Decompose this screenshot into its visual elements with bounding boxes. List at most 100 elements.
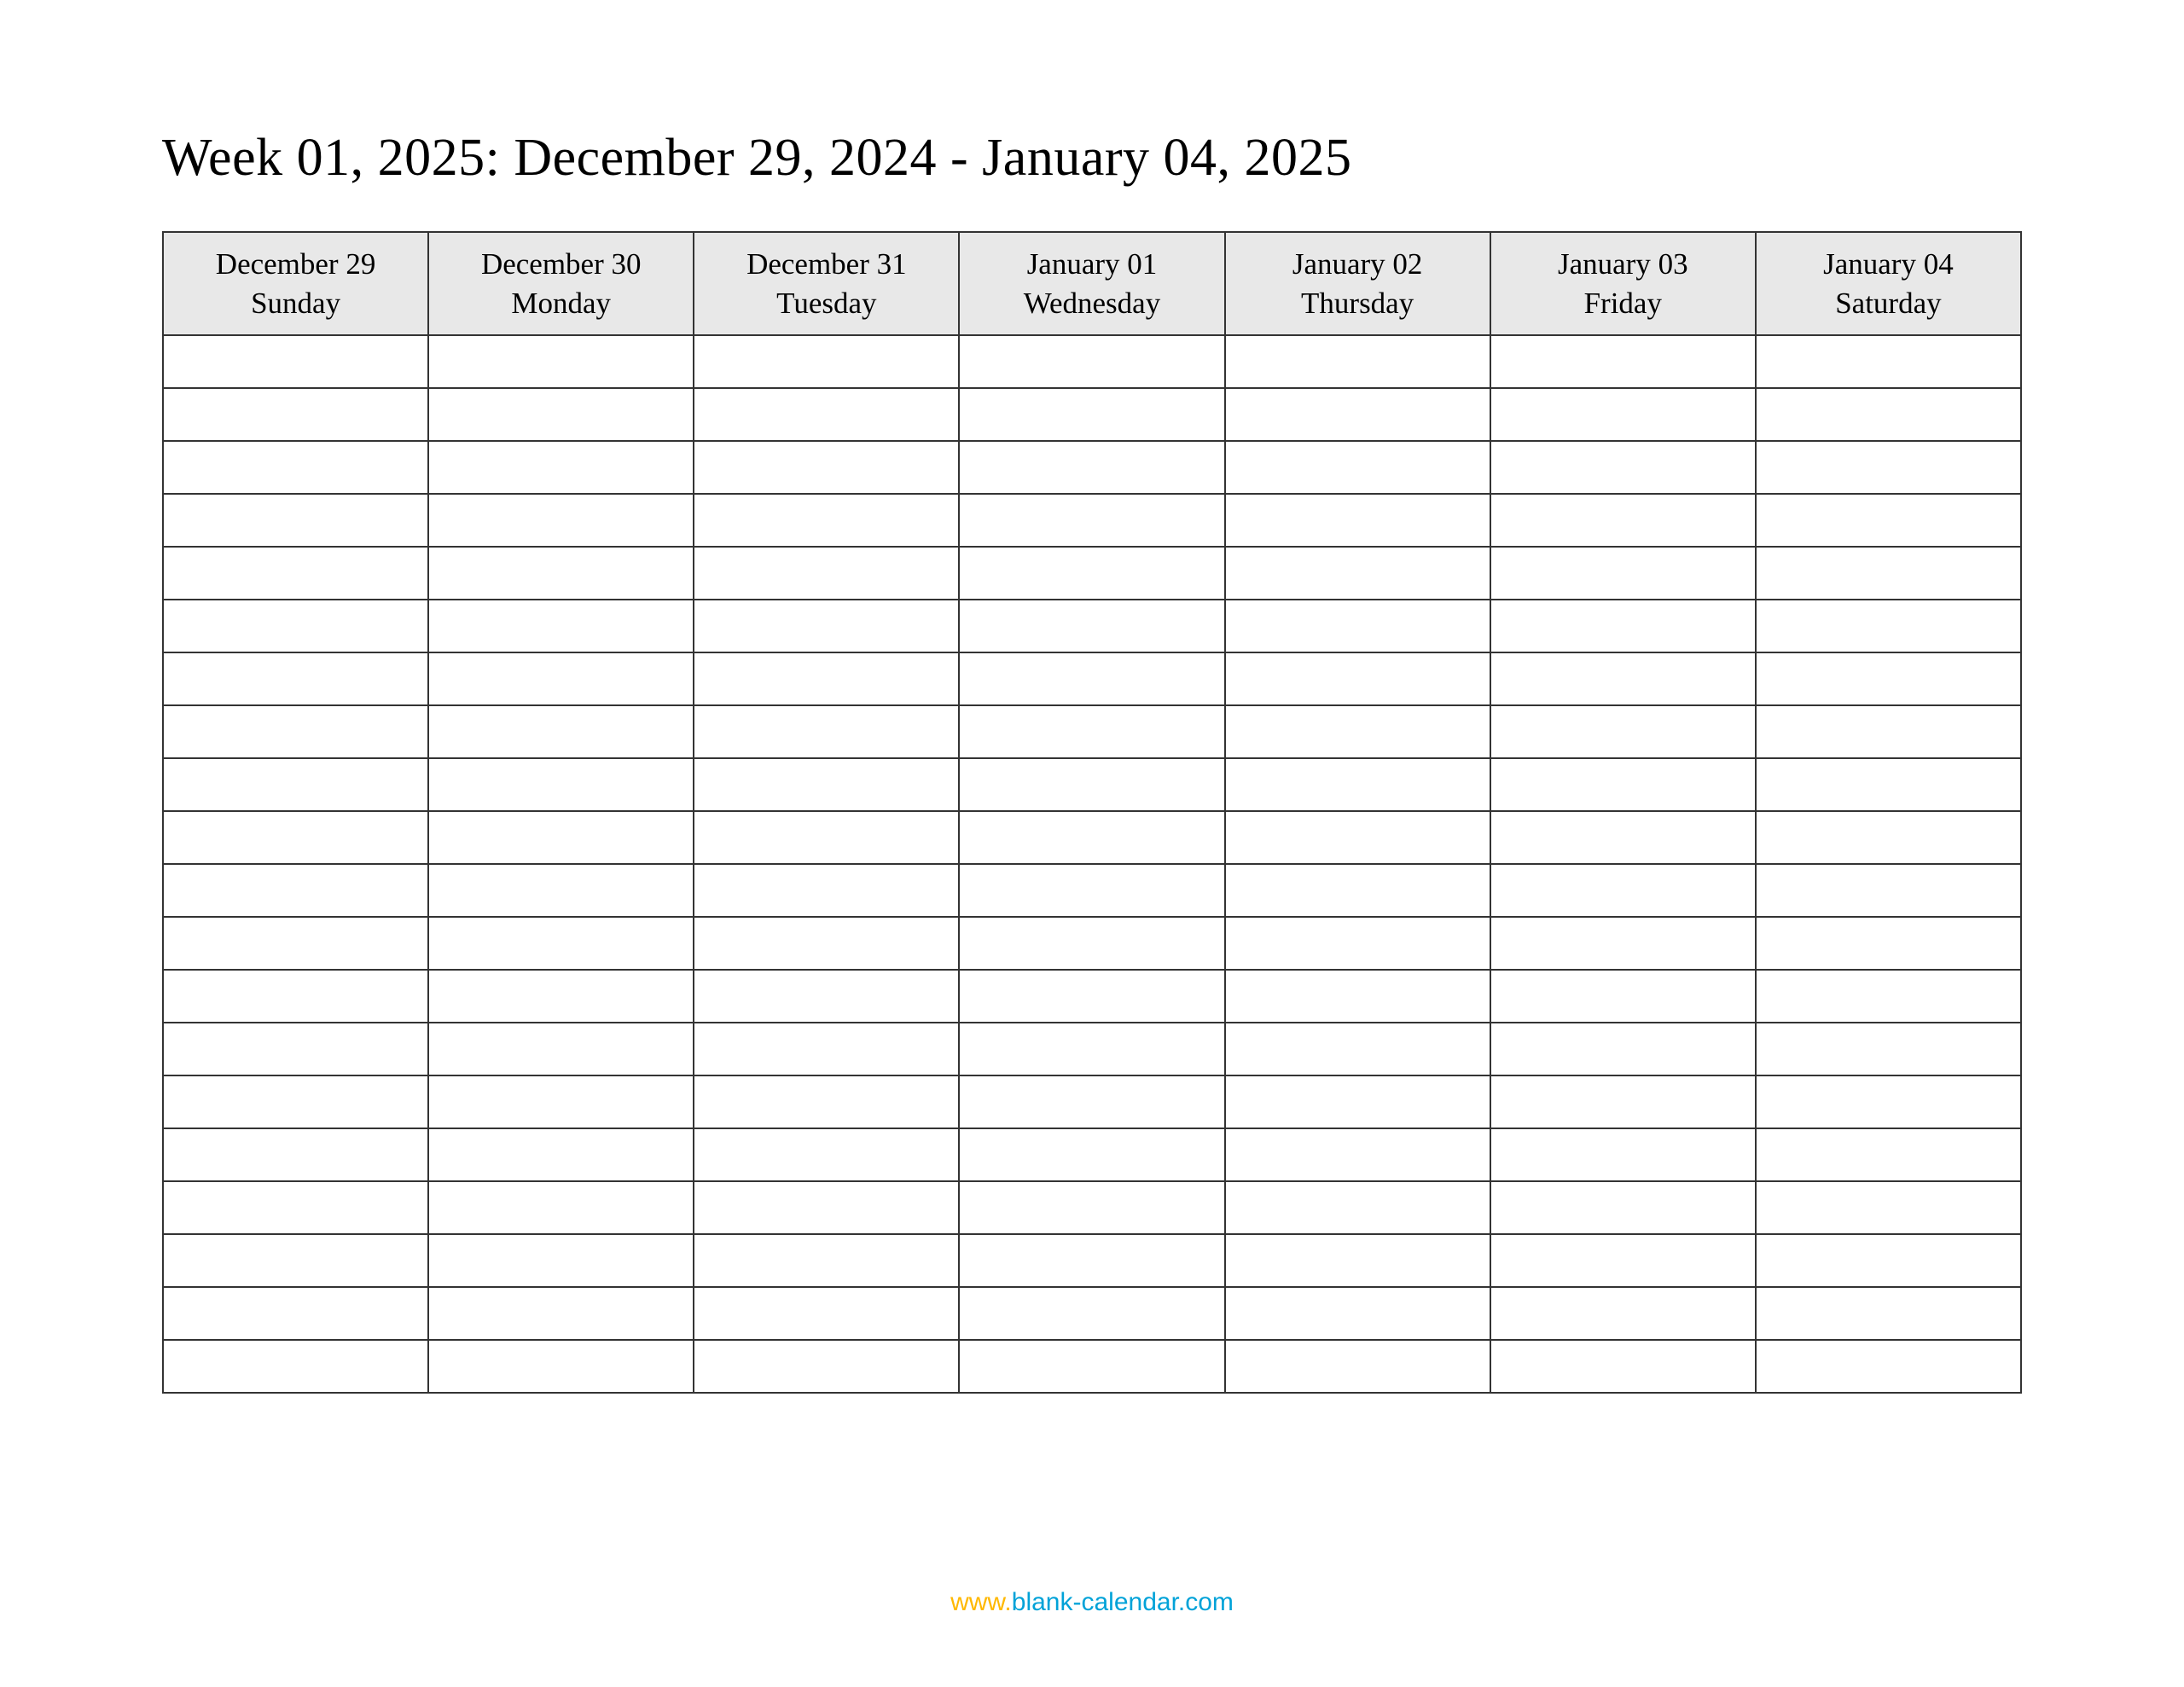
calendar-cell[interactable] xyxy=(694,1181,959,1234)
calendar-cell[interactable] xyxy=(694,1287,959,1340)
calendar-cell[interactable] xyxy=(694,1234,959,1287)
calendar-cell[interactable] xyxy=(694,388,959,441)
calendar-cell[interactable] xyxy=(1756,864,2021,917)
calendar-cell[interactable] xyxy=(1756,811,2021,864)
footer-link[interactable]: www.blank-calendar.com xyxy=(0,1588,2184,1617)
calendar-cell[interactable] xyxy=(1756,1340,2021,1393)
calendar-cell[interactable] xyxy=(1490,864,1756,917)
calendar-cell[interactable] xyxy=(959,758,1224,811)
calendar-cell[interactable] xyxy=(694,547,959,600)
calendar-cell[interactable] xyxy=(959,652,1224,705)
calendar-cell[interactable] xyxy=(1490,494,1756,547)
calendar-cell[interactable] xyxy=(1490,1287,1756,1340)
calendar-cell[interactable] xyxy=(1225,917,1490,970)
calendar-cell[interactable] xyxy=(1225,1287,1490,1340)
calendar-cell[interactable] xyxy=(428,335,694,388)
calendar-cell[interactable] xyxy=(959,547,1224,600)
calendar-cell[interactable] xyxy=(428,811,694,864)
calendar-cell[interactable] xyxy=(959,335,1224,388)
calendar-cell[interactable] xyxy=(1756,1023,2021,1075)
calendar-cell[interactable] xyxy=(1225,441,1490,494)
calendar-cell[interactable] xyxy=(1756,388,2021,441)
calendar-cell[interactable] xyxy=(1490,547,1756,600)
calendar-cell[interactable] xyxy=(959,1340,1224,1393)
calendar-cell[interactable] xyxy=(1490,1128,1756,1181)
calendar-cell[interactable] xyxy=(1490,1023,1756,1075)
calendar-cell[interactable] xyxy=(1756,1075,2021,1128)
calendar-cell[interactable] xyxy=(959,705,1224,758)
calendar-cell[interactable] xyxy=(694,811,959,864)
calendar-cell[interactable] xyxy=(163,547,428,600)
calendar-cell[interactable] xyxy=(1756,1234,2021,1287)
calendar-cell[interactable] xyxy=(1490,652,1756,705)
calendar-cell[interactable] xyxy=(959,600,1224,652)
calendar-cell[interactable] xyxy=(959,1234,1224,1287)
calendar-cell[interactable] xyxy=(428,1181,694,1234)
calendar-cell[interactable] xyxy=(1756,652,2021,705)
calendar-cell[interactable] xyxy=(1490,917,1756,970)
calendar-cell[interactable] xyxy=(1756,547,2021,600)
calendar-cell[interactable] xyxy=(1490,1075,1756,1128)
calendar-cell[interactable] xyxy=(163,1234,428,1287)
calendar-cell[interactable] xyxy=(428,494,694,547)
calendar-cell[interactable] xyxy=(1490,600,1756,652)
calendar-cell[interactable] xyxy=(1756,441,2021,494)
calendar-cell[interactable] xyxy=(428,1128,694,1181)
calendar-cell[interactable] xyxy=(1756,335,2021,388)
calendar-cell[interactable] xyxy=(1490,970,1756,1023)
calendar-cell[interactable] xyxy=(163,335,428,388)
calendar-cell[interactable] xyxy=(428,547,694,600)
calendar-cell[interactable] xyxy=(1490,335,1756,388)
calendar-cell[interactable] xyxy=(428,758,694,811)
calendar-cell[interactable] xyxy=(959,917,1224,970)
calendar-cell[interactable] xyxy=(1225,600,1490,652)
calendar-cell[interactable] xyxy=(428,1287,694,1340)
calendar-cell[interactable] xyxy=(1490,388,1756,441)
calendar-cell[interactable] xyxy=(1756,917,2021,970)
calendar-cell[interactable] xyxy=(959,864,1224,917)
calendar-cell[interactable] xyxy=(163,705,428,758)
calendar-cell[interactable] xyxy=(1225,1234,1490,1287)
calendar-cell[interactable] xyxy=(1225,758,1490,811)
calendar-cell[interactable] xyxy=(959,1287,1224,1340)
calendar-cell[interactable] xyxy=(694,758,959,811)
calendar-cell[interactable] xyxy=(694,1075,959,1128)
calendar-cell[interactable] xyxy=(1225,652,1490,705)
calendar-cell[interactable] xyxy=(1225,1023,1490,1075)
calendar-cell[interactable] xyxy=(428,917,694,970)
calendar-cell[interactable] xyxy=(1225,547,1490,600)
calendar-cell[interactable] xyxy=(1490,705,1756,758)
calendar-cell[interactable] xyxy=(1225,1128,1490,1181)
calendar-cell[interactable] xyxy=(163,494,428,547)
calendar-cell[interactable] xyxy=(1756,494,2021,547)
calendar-cell[interactable] xyxy=(163,1287,428,1340)
calendar-cell[interactable] xyxy=(1225,1075,1490,1128)
calendar-cell[interactable] xyxy=(694,600,959,652)
calendar-cell[interactable] xyxy=(959,1023,1224,1075)
calendar-cell[interactable] xyxy=(1225,864,1490,917)
calendar-cell[interactable] xyxy=(163,970,428,1023)
calendar-cell[interactable] xyxy=(428,1023,694,1075)
calendar-cell[interactable] xyxy=(694,652,959,705)
calendar-cell[interactable] xyxy=(694,917,959,970)
calendar-cell[interactable] xyxy=(163,1023,428,1075)
calendar-cell[interactable] xyxy=(428,652,694,705)
calendar-cell[interactable] xyxy=(959,1075,1224,1128)
calendar-cell[interactable] xyxy=(428,1075,694,1128)
calendar-cell[interactable] xyxy=(428,1340,694,1393)
calendar-cell[interactable] xyxy=(1225,1340,1490,1393)
calendar-cell[interactable] xyxy=(163,758,428,811)
calendar-cell[interactable] xyxy=(1490,1234,1756,1287)
calendar-cell[interactable] xyxy=(1756,1287,2021,1340)
calendar-cell[interactable] xyxy=(694,494,959,547)
calendar-cell[interactable] xyxy=(428,864,694,917)
calendar-cell[interactable] xyxy=(163,388,428,441)
calendar-cell[interactable] xyxy=(959,1181,1224,1234)
calendar-cell[interactable] xyxy=(694,335,959,388)
calendar-cell[interactable] xyxy=(1490,1340,1756,1393)
calendar-cell[interactable] xyxy=(163,864,428,917)
calendar-cell[interactable] xyxy=(163,1075,428,1128)
calendar-cell[interactable] xyxy=(163,917,428,970)
calendar-cell[interactable] xyxy=(163,441,428,494)
calendar-cell[interactable] xyxy=(1225,388,1490,441)
